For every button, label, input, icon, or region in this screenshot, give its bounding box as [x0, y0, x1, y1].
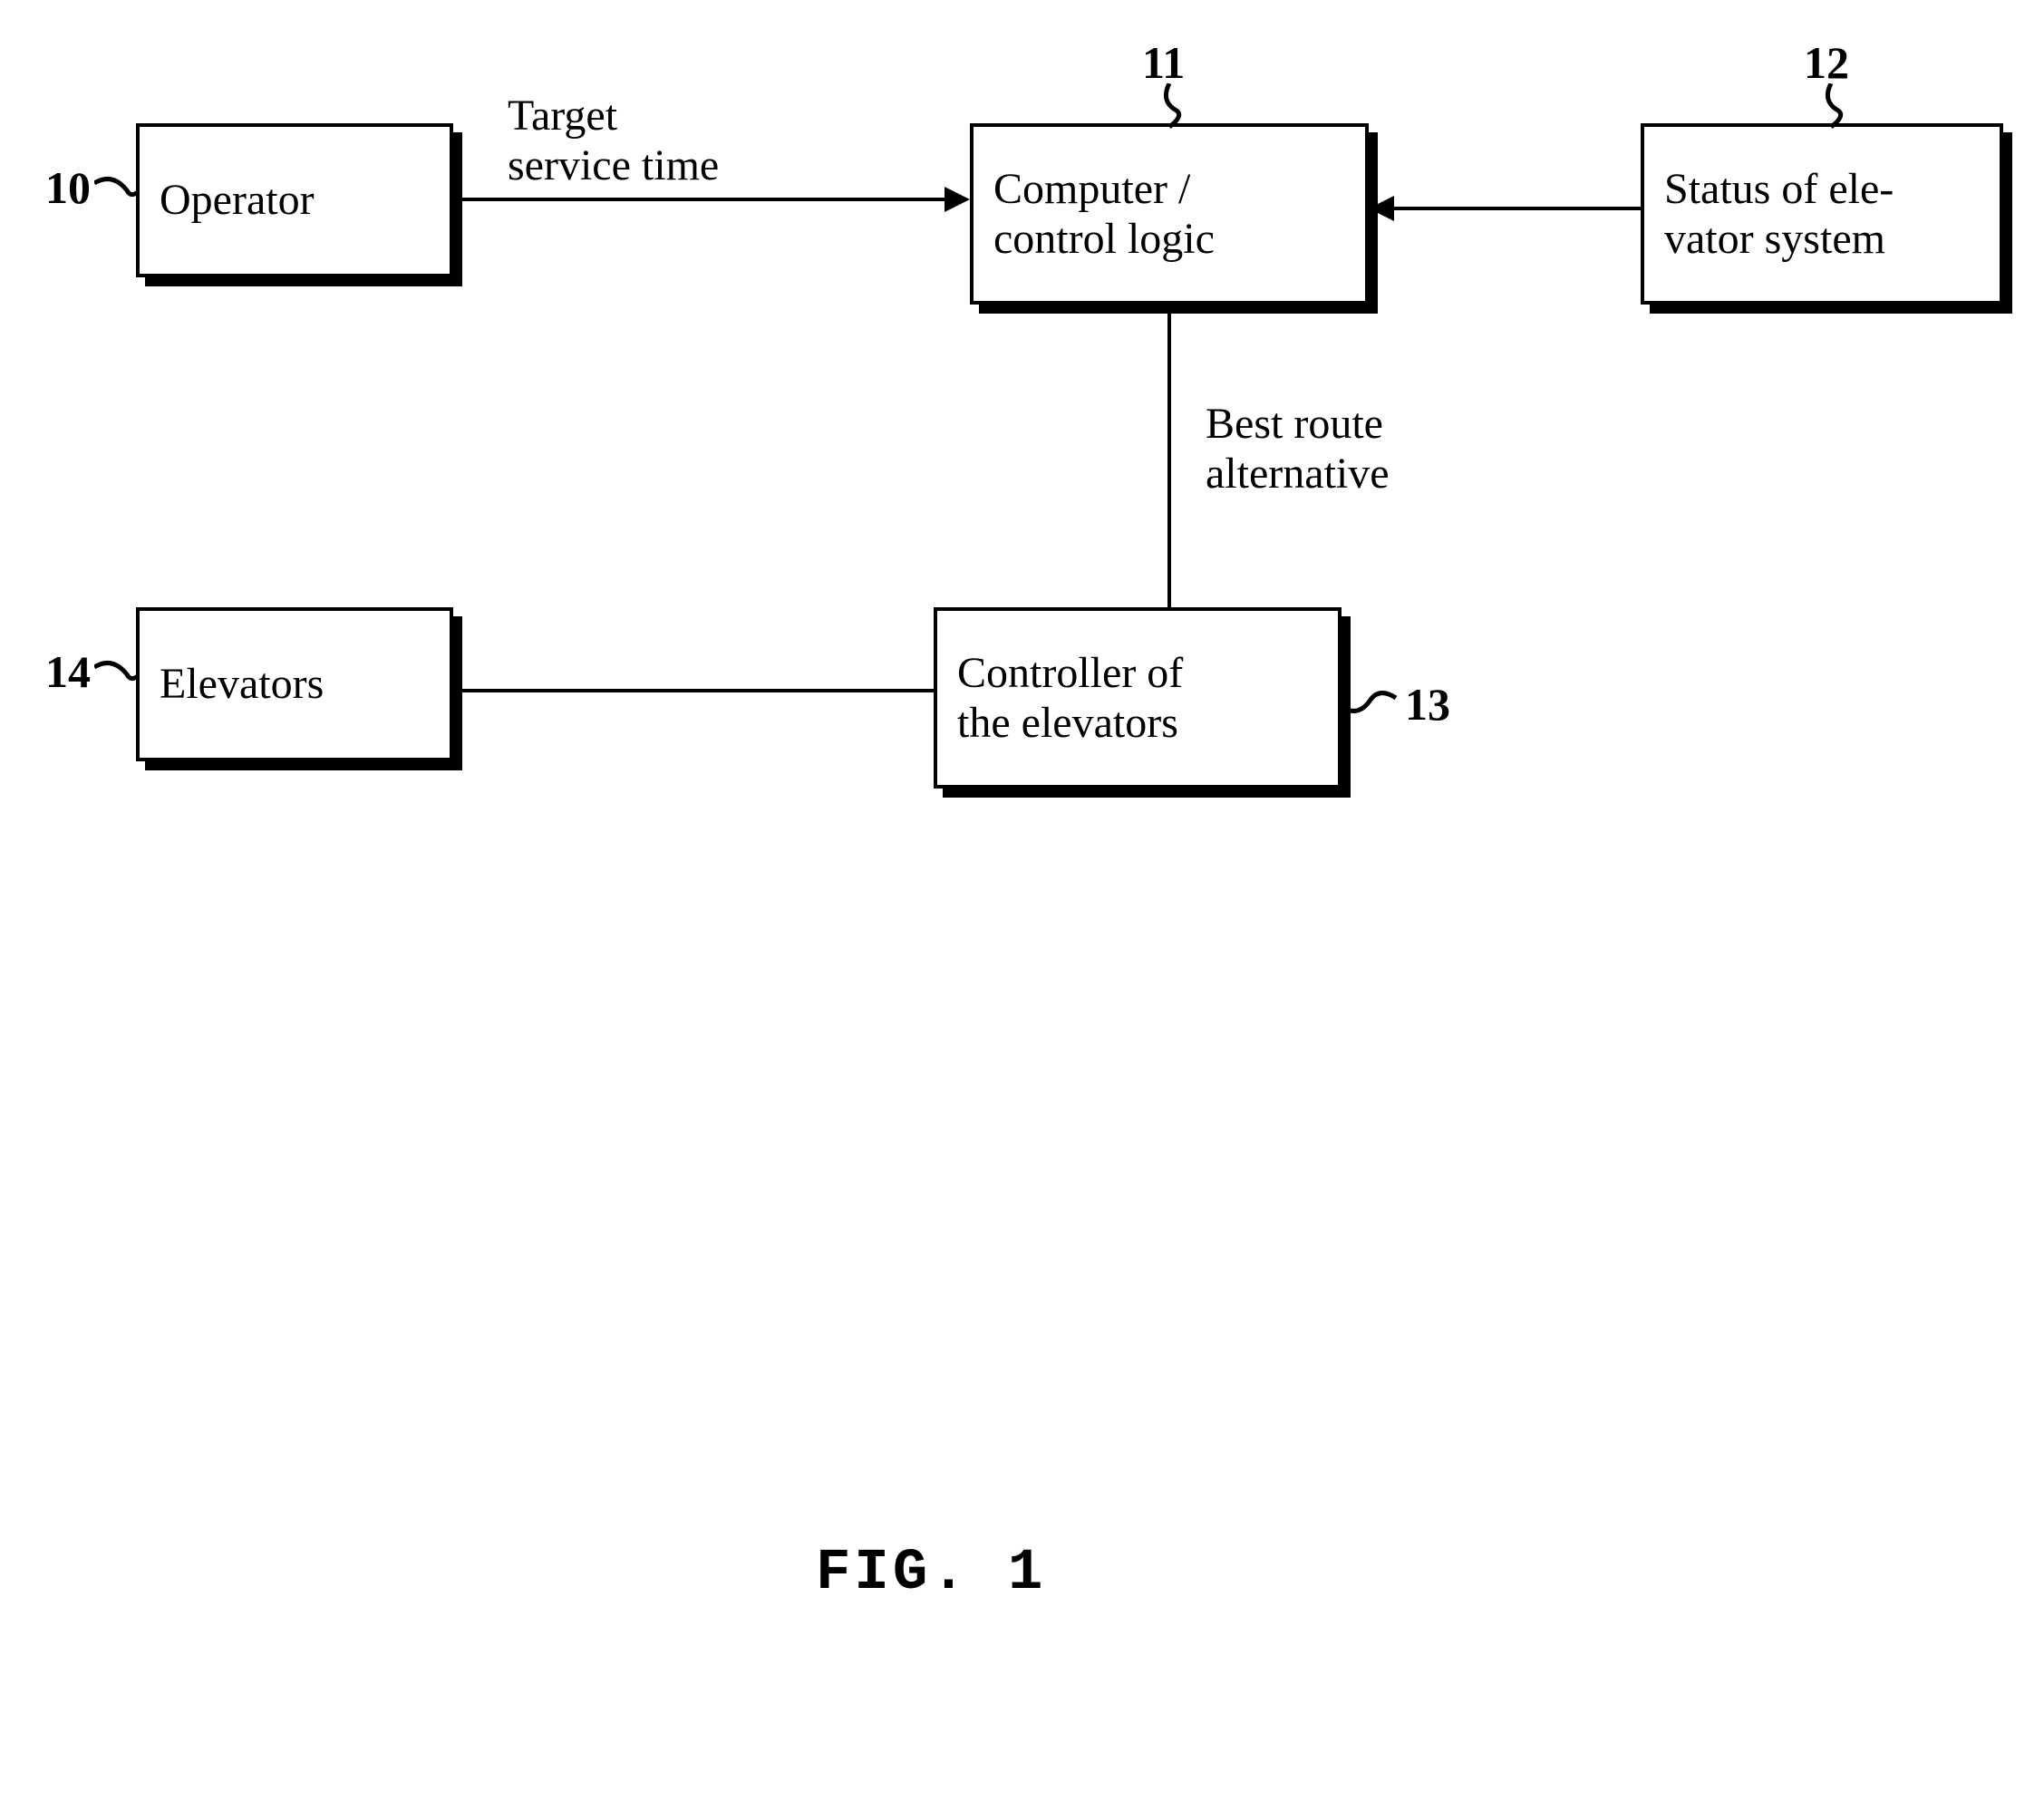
status-hook [1813, 83, 1849, 129]
figure-label: FIG. 1 [816, 1541, 1046, 1606]
edge-controller-elevators [453, 689, 934, 692]
edge-computer-controller-label: Best route alternative [1206, 399, 1390, 498]
controller-box: Controller of the elevators [934, 607, 1342, 789]
operator-box: Operator [136, 123, 453, 277]
status-ref: 12 [1804, 36, 1849, 89]
controller-text: Controller of the elevators [957, 648, 1183, 748]
arrow-status-computer [1369, 196, 1394, 221]
computer-box: Computer / control logic [970, 123, 1369, 305]
edge-status-computer [1394, 207, 1641, 210]
computer-text: Computer / control logic [993, 164, 1215, 264]
status-text: Status of ele- vator system [1664, 164, 1894, 264]
edge-operator-computer [453, 198, 945, 201]
status-box: Status of ele- vator system [1641, 123, 2003, 305]
edge-computer-controller [1167, 305, 1171, 607]
operator-hook [94, 172, 140, 208]
controller-hook [1345, 689, 1400, 725]
arrow-operator-computer [945, 187, 970, 212]
computer-ref: 11 [1142, 36, 1185, 89]
diagram-canvas: Operator 10 Computer / control logic 11 … [0, 0, 2044, 1810]
edge-operator-computer-label: Target service time [508, 91, 719, 190]
operator-text: Operator [160, 175, 315, 225]
elevators-hook [94, 656, 140, 692]
controller-ref: 13 [1405, 678, 1450, 731]
elevators-box: Elevators [136, 607, 453, 761]
elevators-ref: 14 [45, 645, 91, 698]
elevators-text: Elevators [160, 659, 324, 709]
operator-ref: 10 [45, 161, 91, 214]
computer-hook [1151, 83, 1187, 129]
